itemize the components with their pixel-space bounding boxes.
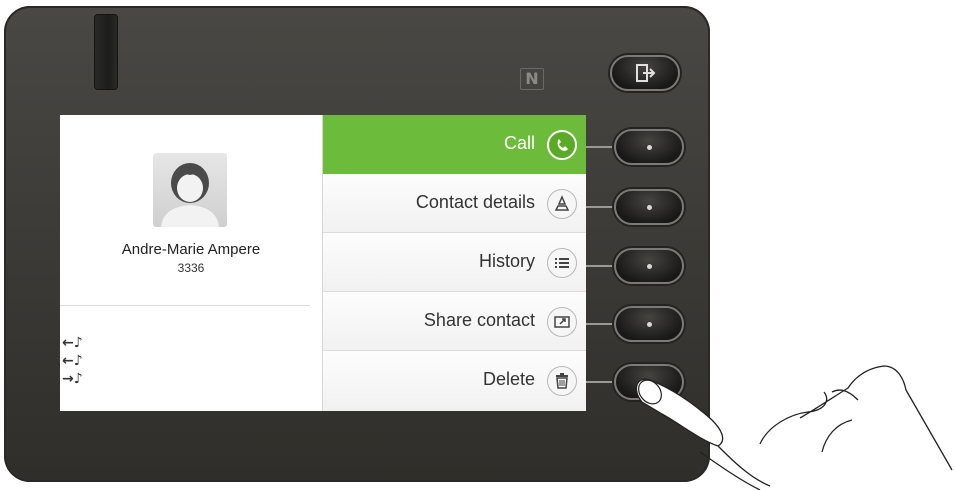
menu-item-share-contact[interactable]: Share contact [323, 292, 586, 351]
contact-number: 3336 [177, 261, 205, 275]
softkey-contact-details[interactable] [614, 189, 684, 225]
context-menu: Call Contact details History Share conta… [322, 115, 586, 411]
key-connector [586, 323, 616, 325]
list-icon [547, 248, 577, 278]
menu-item-label: Delete [482, 369, 535, 389]
key-connector [586, 206, 616, 208]
handset-slot [94, 14, 118, 90]
menu-item-label: Share contact [423, 310, 535, 330]
person-icon [547, 189, 577, 219]
avatar [153, 153, 227, 227]
softkey-history[interactable] [614, 248, 684, 284]
logout-icon [636, 64, 656, 82]
pointing-hand-illustration [635, 365, 953, 490]
menu-item-call[interactable]: Call [323, 115, 586, 174]
key-connector [586, 146, 616, 148]
contact-name: Andre-Marie Ampere [121, 241, 261, 258]
person-silhouette-icon [161, 163, 219, 227]
logout-key[interactable] [610, 55, 680, 91]
menu-item-label: Contact details [415, 192, 535, 212]
contact-panel: Andre-Marie Ampere 3336 ←♪ ←♪ →♪ [60, 115, 322, 411]
share-icon [547, 307, 577, 337]
menu-item-contact-details[interactable]: Contact details [323, 174, 586, 233]
phone-icon [547, 130, 577, 160]
incoming-call-icon: ←♪ [62, 335, 83, 351]
menu-item-label: History [478, 251, 535, 271]
menu-item-label: Call [503, 133, 535, 153]
outgoing-call-icon: →♪ [62, 371, 83, 387]
trash-icon [547, 366, 577, 396]
softkey-share-contact[interactable] [614, 306, 684, 342]
divider [60, 305, 310, 306]
incoming-call-icon: ←♪ [62, 353, 83, 369]
nfc-icon: N [520, 68, 544, 90]
menu-item-delete[interactable]: Delete [323, 351, 586, 411]
softkey-call[interactable] [614, 129, 684, 165]
display-screen: Andre-Marie Ampere 3336 ←♪ ←♪ →♪ Call Co… [60, 115, 586, 411]
menu-item-history[interactable]: History [323, 233, 586, 292]
key-connector [586, 265, 616, 267]
